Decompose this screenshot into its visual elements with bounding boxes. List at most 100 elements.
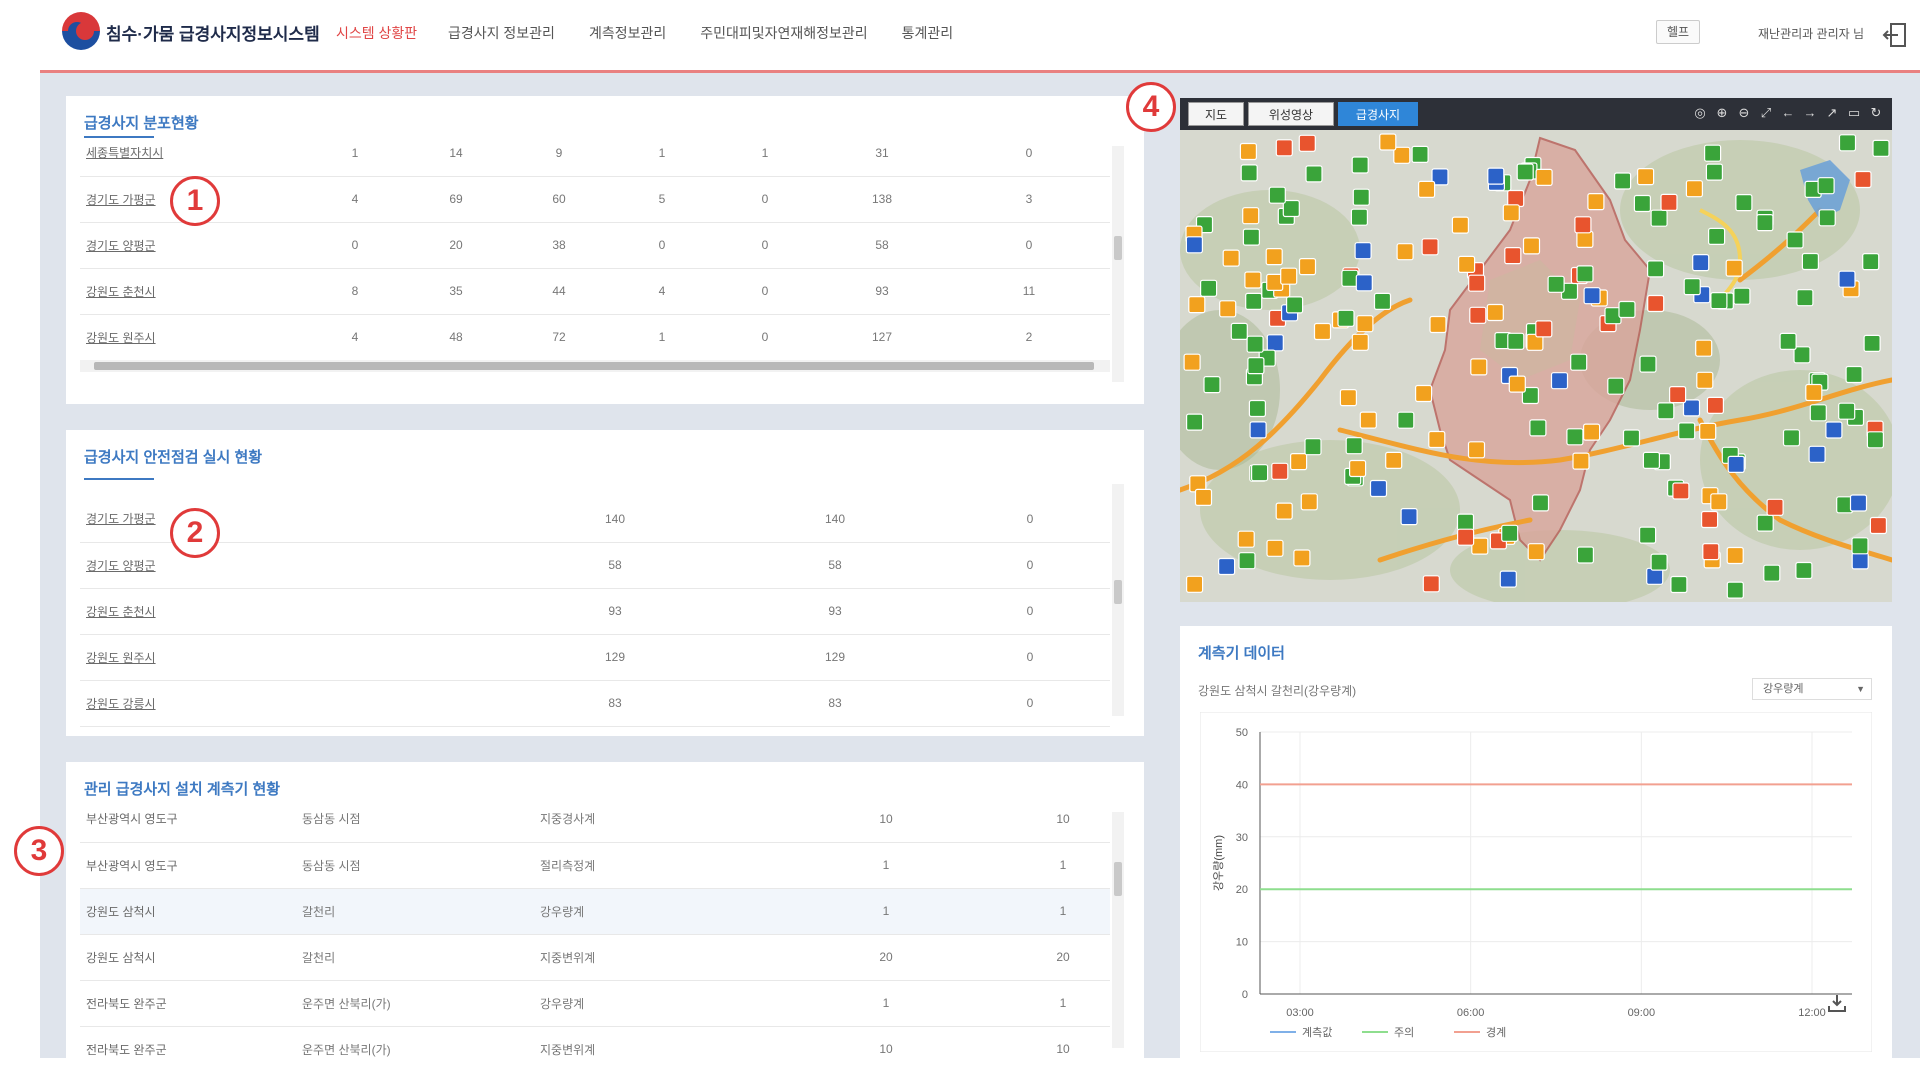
- slope-marker-icon[interactable]: [1349, 459, 1367, 478]
- table-row[interactable]: 경기도 가평군 4 69 60 5 0 138 3: [80, 176, 1110, 223]
- slope-marker-icon[interactable]: [1825, 421, 1843, 439]
- slope-marker-icon[interactable]: [1587, 192, 1605, 211]
- slope-marker-icon[interactable]: [1647, 294, 1665, 313]
- slope-marker-icon[interactable]: [1614, 172, 1632, 190]
- slope-marker-icon[interactable]: [1385, 451, 1403, 469]
- slope-marker-icon[interactable]: [1809, 404, 1827, 422]
- region-cell[interactable]: 강원도 춘천시: [80, 588, 510, 635]
- slope-marker-icon[interactable]: [1428, 430, 1446, 449]
- slope-marker-icon[interactable]: [1692, 253, 1710, 272]
- slope-marker-icon[interactable]: [1817, 177, 1835, 195]
- slope-marker-icon[interactable]: [1583, 423, 1601, 441]
- region-cell[interactable]: 경기도 양평군: [80, 542, 510, 589]
- slope-marker-icon[interactable]: [1818, 209, 1836, 227]
- table-row[interactable]: 부산광역시 영도구 동삼동 시점 지중경사계 10 10: [80, 796, 1110, 843]
- slope-marker-icon[interactable]: [1682, 399, 1701, 417]
- slope-marker-icon[interactable]: [1508, 375, 1526, 393]
- slope-marker-icon[interactable]: [1851, 537, 1869, 555]
- slope-marker-icon[interactable]: [1282, 199, 1300, 218]
- slope-marker-icon[interactable]: [1275, 139, 1293, 157]
- table-row[interactable]: 부산광역시 영도구 동삼동 시점 절리측정계 1 1: [80, 842, 1110, 889]
- nav-statistics[interactable]: 통계관리: [902, 23, 954, 43]
- slope-marker-icon[interactable]: [1356, 315, 1374, 333]
- slope-marker-icon[interactable]: [1457, 528, 1475, 546]
- slope-marker-icon[interactable]: [1547, 275, 1565, 293]
- table-row[interactable]: 경기도 양평군 0 20 38 0 0 58 0: [80, 222, 1110, 269]
- tab-map[interactable]: 지도: [1188, 102, 1244, 126]
- slope-marker-icon[interactable]: [1795, 561, 1813, 580]
- table-row[interactable]: 강원도 원주시 4 48 72 1 0 127 2: [80, 314, 1110, 361]
- slope-marker-icon[interactable]: [1422, 575, 1440, 593]
- extent-icon[interactable]: ⤢: [1758, 104, 1774, 122]
- slope-marker-icon[interactable]: [1219, 300, 1237, 318]
- slope-marker-icon[interactable]: [1415, 384, 1433, 403]
- slope-marker-icon[interactable]: [1657, 402, 1675, 420]
- slope-marker-icon[interactable]: [1672, 482, 1690, 500]
- slope-marker-icon[interactable]: [1222, 249, 1240, 267]
- table-row[interactable]: 강원도 삼척시 갈천리 지중변위계 20 20: [80, 934, 1110, 981]
- slope-marker-icon[interactable]: [1702, 543, 1720, 561]
- table-row[interactable]: 전라북도 완주군 운주면 산북리(가) 지중변위계 10 10: [80, 1026, 1110, 1058]
- slope-marker-icon[interactable]: [1727, 455, 1745, 473]
- slope-marker-icon[interactable]: [1851, 552, 1869, 570]
- slope-marker-icon[interactable]: [1707, 227, 1726, 246]
- region-cell[interactable]: 세종특별자치시: [80, 130, 306, 177]
- table-row[interactable]: 강원도 강릉시 83 83 0: [80, 680, 1110, 727]
- slope-marker-icon[interactable]: [1470, 358, 1488, 376]
- table-row[interactable]: 경기도 양평군 58 58 0: [80, 542, 1110, 589]
- slope-marker-icon[interactable]: [1194, 488, 1213, 506]
- slope-marker-icon[interactable]: [1354, 242, 1372, 260]
- slope-marker-icon[interactable]: [1669, 386, 1687, 404]
- slope-marker-icon[interactable]: [1550, 372, 1569, 390]
- slope-marker-icon[interactable]: [1507, 189, 1525, 208]
- logout-icon[interactable]: [1882, 22, 1908, 48]
- slope-marker-icon[interactable]: [1779, 332, 1797, 350]
- slope-marker-icon[interactable]: [1622, 429, 1641, 447]
- slope-marker-icon[interactable]: [1379, 133, 1397, 151]
- slope-marker-icon[interactable]: [1300, 493, 1318, 511]
- slope-marker-icon[interactable]: [1217, 557, 1236, 576]
- nav-measurement[interactable]: 계측정보관리: [589, 23, 666, 43]
- slope-marker-icon[interactable]: [1516, 163, 1534, 181]
- slope-marker-icon[interactable]: [1411, 145, 1429, 163]
- slope-marker-icon[interactable]: [1393, 146, 1411, 164]
- slope-marker-icon[interactable]: [1838, 402, 1856, 420]
- slope-marker-icon[interactable]: [1863, 334, 1881, 352]
- slope-marker-icon[interactable]: [1487, 167, 1505, 185]
- region-cell[interactable]: 강원도 춘천시: [80, 268, 306, 315]
- slope-marker-icon[interactable]: [1266, 539, 1284, 557]
- slope-marker-icon[interactable]: [1685, 180, 1703, 198]
- slope-marker-icon[interactable]: [1805, 383, 1823, 402]
- slope-marker-icon[interactable]: [1352, 188, 1370, 206]
- slope-marker-icon[interactable]: [1696, 371, 1714, 389]
- slope-marker-icon[interactable]: [1522, 237, 1541, 255]
- slope-marker-icon[interactable]: [1275, 502, 1293, 520]
- slope-marker-icon[interactable]: [1849, 494, 1868, 512]
- slope-marker-icon[interactable]: [1796, 289, 1814, 307]
- slope-marker-icon[interactable]: [1650, 209, 1668, 227]
- next-icon[interactable]: →: [1802, 104, 1818, 122]
- slope-marker-icon[interactable]: [1700, 510, 1719, 529]
- slope-marker-icon[interactable]: [1373, 292, 1392, 310]
- slope-marker-icon[interactable]: [1647, 260, 1665, 278]
- slope-marker-icon[interactable]: [1872, 139, 1890, 157]
- slope-marker-icon[interactable]: [1678, 422, 1696, 440]
- slope-marker-icon[interactable]: [1421, 238, 1439, 256]
- slope-marker-icon[interactable]: [1341, 269, 1359, 287]
- slope-marker-icon[interactable]: [1576, 230, 1594, 249]
- slope-marker-icon[interactable]: [1695, 339, 1713, 357]
- slope-marker-icon[interactable]: [1793, 346, 1811, 364]
- slope-marker-icon[interactable]: [1501, 524, 1519, 542]
- tab-slope[interactable]: 급경사지: [1338, 102, 1418, 126]
- slope-marker-icon[interactable]: [1244, 271, 1262, 289]
- slope-map[interactable]: [1180, 130, 1892, 602]
- slope-marker-icon[interactable]: [1471, 537, 1489, 555]
- slope-marker-icon[interactable]: [1838, 134, 1857, 152]
- slope-marker-icon[interactable]: [1786, 231, 1804, 249]
- slope-marker-icon[interactable]: [1337, 309, 1355, 327]
- slope-marker-icon[interactable]: [1185, 413, 1204, 431]
- slope-marker-icon[interactable]: [1869, 516, 1888, 535]
- slope-marker-icon[interactable]: [1570, 353, 1588, 371]
- slope-marker-icon[interactable]: [1529, 419, 1547, 437]
- region-cell[interactable]: 강원도 원주시: [80, 634, 510, 681]
